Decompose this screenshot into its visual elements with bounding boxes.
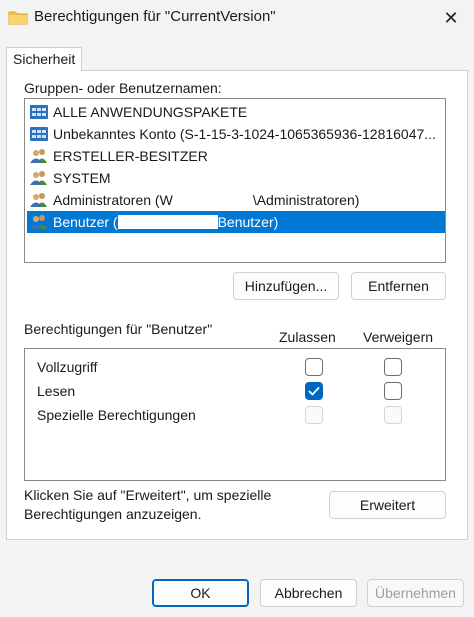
list-item-label: ALLE ANWENDUNGSPAKETE	[53, 104, 248, 120]
permission-row: Spezielle Berechtigungen	[37, 404, 417, 426]
apply-button: Übernehmen	[367, 579, 464, 607]
close-button[interactable]: ✕	[428, 0, 474, 36]
deny-read-checkbox[interactable]	[384, 382, 402, 400]
permission-label: Vollzugriff	[37, 359, 98, 375]
list-item[interactable]: ERSTELLER-BESITZER	[27, 145, 445, 167]
list-item-label: Unbekanntes Konto (S-1-15-3-1024-1065365…	[53, 126, 436, 142]
advanced-hint-line1: Klicken Sie auf "Erweitert", um speziell…	[24, 487, 272, 503]
remove-button[interactable]: Entfernen	[351, 272, 446, 300]
permissions-list: Vollzugriff Lesen Spezielle Berechtigung…	[24, 348, 446, 481]
list-item[interactable]: Administratoren (W \Administratoren)	[27, 189, 445, 211]
list-item[interactable]: ALLE ANWENDUNGSPAKETE	[27, 101, 445, 123]
redacted-region	[117, 215, 218, 229]
redacted-region	[172, 193, 253, 207]
folder-icon	[8, 11, 28, 25]
groups-list[interactable]: ALLE ANWENDUNGSPAKETE Unbekanntes Konto …	[24, 98, 446, 263]
permission-row: Vollzugriff	[37, 356, 417, 378]
allow-read-checkbox[interactable]	[305, 382, 323, 400]
advanced-hint-line2: Berechtigungen anzuzeigen.	[24, 506, 202, 522]
allow-full-control-checkbox[interactable]	[305, 358, 323, 376]
deny-special-checkbox	[384, 406, 402, 424]
permission-row: Lesen	[37, 380, 417, 402]
permission-label: Lesen	[37, 383, 76, 399]
list-item-label-end: Benutzer)	[217, 214, 279, 230]
deny-header: Verweigern	[363, 329, 434, 345]
list-item-label-start: Administratoren (W	[53, 192, 173, 208]
list-item-label: ERSTELLER-BESITZER	[53, 148, 208, 164]
groups-label: Gruppen- oder Benutzernamen:	[24, 80, 222, 96]
tab-security[interactable]: Sicherheit	[6, 47, 83, 71]
app-package-icon	[30, 105, 48, 119]
list-item-label: SYSTEM	[53, 170, 111, 186]
title-bar: Berechtigungen für "CurrentVersion" ✕	[0, 0, 474, 36]
deny-full-control-checkbox[interactable]	[384, 358, 402, 376]
list-item[interactable]: SYSTEM	[27, 167, 445, 189]
add-button[interactable]: Hinzufügen...	[233, 272, 339, 300]
list-item-selected[interactable]: Benutzer ( Benutzer)	[27, 211, 445, 233]
close-icon: ✕	[443, 7, 459, 28]
list-item-label-end: \Administratoren)	[252, 192, 360, 208]
list-item-label-start: Benutzer (	[53, 214, 118, 230]
users-group-icon	[30, 171, 47, 185]
permission-label: Spezielle Berechtigungen	[37, 407, 196, 423]
cancel-button[interactable]: Abbrechen	[260, 579, 357, 607]
advanced-button[interactable]: Erweitert	[329, 491, 446, 519]
permissions-label: Berechtigungen für "Benutzer"	[24, 321, 213, 337]
window-title: Berechtigungen für "CurrentVersion"	[34, 8, 276, 25]
users-group-icon	[30, 193, 47, 207]
allow-special-checkbox	[305, 406, 323, 424]
ok-button[interactable]: OK	[152, 579, 249, 607]
list-item[interactable]: Unbekanntes Konto (S-1-15-3-1024-1065365…	[27, 123, 445, 145]
users-group-icon	[30, 215, 47, 229]
allow-header: Zulassen	[279, 329, 336, 345]
users-group-icon	[30, 149, 47, 163]
app-package-icon	[30, 127, 48, 141]
checkmark-icon	[308, 386, 320, 396]
